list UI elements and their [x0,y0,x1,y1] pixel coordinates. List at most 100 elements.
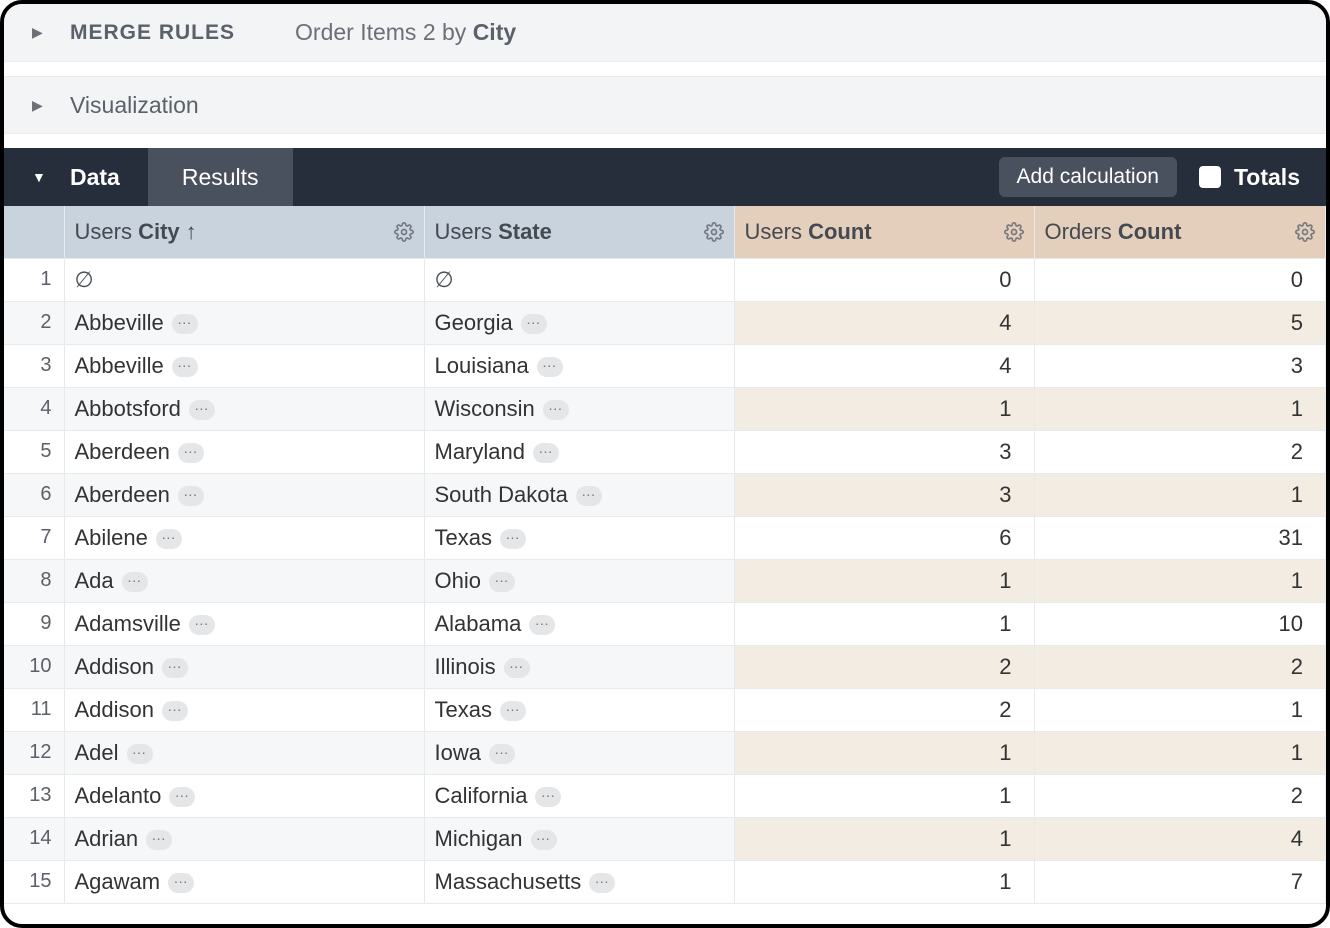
cell-users-count[interactable]: 6 [734,516,1034,559]
cell-city[interactable]: Aberdeen [64,473,424,516]
gear-icon[interactable] [1004,222,1024,242]
cell-orders-count[interactable]: 7 [1034,860,1326,903]
cell-state[interactable]: Alabama [424,602,734,645]
ellipsis-icon[interactable] [529,615,555,635]
cell-users-count[interactable]: 1 [734,774,1034,817]
ellipsis-icon[interactable] [162,701,188,721]
cell-state[interactable]: Iowa [424,731,734,774]
cell-users-count[interactable]: 1 [734,731,1034,774]
ellipsis-icon[interactable] [500,701,526,721]
cell-city[interactable]: Adrian [64,817,424,860]
cell-users-count[interactable]: 2 [734,688,1034,731]
cell-state[interactable]: Massachusetts [424,860,734,903]
ellipsis-icon[interactable] [178,443,204,463]
cell-state[interactable]: ∅ [424,258,734,301]
cell-orders-count[interactable]: 2 [1034,774,1326,817]
cell-users-count[interactable]: 1 [734,602,1034,645]
cell-city[interactable]: Adel [64,731,424,774]
data-section-toggle[interactable]: Data [4,148,148,206]
ellipsis-icon[interactable] [178,486,204,506]
gear-icon[interactable] [394,222,414,242]
cell-state[interactable]: California [424,774,734,817]
cell-state[interactable]: Louisiana [424,344,734,387]
cell-users-count[interactable]: 4 [734,301,1034,344]
visualization-section[interactable]: Visualization [4,76,1326,134]
ellipsis-icon[interactable] [504,658,530,678]
gear-icon[interactable] [1295,222,1315,242]
totals-toggle[interactable]: Totals [1195,163,1300,191]
ellipsis-icon[interactable] [146,830,172,850]
cell-orders-count[interactable]: 31 [1034,516,1326,559]
cell-city[interactable]: Ada [64,559,424,602]
cell-state[interactable]: Texas [424,688,734,731]
ellipsis-icon[interactable] [531,830,557,850]
cell-users-count[interactable]: 3 [734,430,1034,473]
cell-state[interactable]: South Dakota [424,473,734,516]
cell-users-count[interactable]: 1 [734,817,1034,860]
column-header-state[interactable]: Users State [424,206,734,258]
cell-city[interactable]: ∅ [64,258,424,301]
cell-orders-count[interactable]: 2 [1034,645,1326,688]
cell-orders-count[interactable]: 1 [1034,559,1326,602]
ellipsis-icon[interactable] [168,873,194,893]
ellipsis-icon[interactable] [576,486,602,506]
ellipsis-icon[interactable] [156,529,182,549]
cell-city[interactable]: Abbotsford [64,387,424,430]
ellipsis-icon[interactable] [537,357,563,377]
cell-state[interactable]: Ohio [424,559,734,602]
cell-users-count[interactable]: 1 [734,387,1034,430]
ellipsis-icon[interactable] [172,357,198,377]
cell-users-count[interactable]: 2 [734,645,1034,688]
ellipsis-icon[interactable] [535,787,561,807]
cell-state[interactable]: Michigan [424,817,734,860]
totals-checkbox[interactable] [1199,166,1221,188]
ellipsis-icon[interactable] [189,400,215,420]
ellipsis-icon[interactable] [127,744,153,764]
ellipsis-icon[interactable] [521,314,547,334]
cell-city[interactable]: Aberdeen [64,430,424,473]
cell-orders-count[interactable]: 0 [1034,258,1326,301]
cell-orders-count[interactable]: 1 [1034,731,1326,774]
column-header-users-count[interactable]: Users Count [734,206,1034,258]
cell-city[interactable]: Addison [64,688,424,731]
ellipsis-icon[interactable] [489,744,515,764]
cell-orders-count[interactable]: 1 [1034,387,1326,430]
cell-city[interactable]: Abilene [64,516,424,559]
cell-state[interactable]: Georgia [424,301,734,344]
cell-users-count[interactable]: 1 [734,860,1034,903]
cell-orders-count[interactable]: 5 [1034,301,1326,344]
cell-users-count[interactable]: 4 [734,344,1034,387]
cell-city[interactable]: Abbeville [64,301,424,344]
cell-state[interactable]: Illinois [424,645,734,688]
ellipsis-icon[interactable] [122,572,148,592]
cell-city[interactable]: Agawam [64,860,424,903]
ellipsis-icon[interactable] [162,658,188,678]
ellipsis-icon[interactable] [169,787,195,807]
cell-city[interactable]: Adelanto [64,774,424,817]
ellipsis-icon[interactable] [533,443,559,463]
cell-orders-count[interactable]: 3 [1034,344,1326,387]
gear-icon[interactable] [704,222,724,242]
cell-state[interactable]: Texas [424,516,734,559]
cell-orders-count[interactable]: 1 [1034,473,1326,516]
cell-users-count[interactable]: 0 [734,258,1034,301]
column-header-city[interactable]: Users City↑ [64,206,424,258]
cell-orders-count[interactable]: 4 [1034,817,1326,860]
ellipsis-icon[interactable] [589,873,615,893]
cell-city[interactable]: Adamsville [64,602,424,645]
ellipsis-icon[interactable] [489,572,515,592]
cell-state[interactable]: Maryland [424,430,734,473]
merge-rules-section[interactable]: MERGE RULES Order Items 2 by City [4,4,1326,62]
ellipsis-icon[interactable] [189,615,215,635]
cell-orders-count[interactable]: 10 [1034,602,1326,645]
add-calculation-button[interactable]: Add calculation [999,157,1177,197]
cell-state[interactable]: Wisconsin [424,387,734,430]
cell-orders-count[interactable]: 1 [1034,688,1326,731]
results-tab[interactable]: Results [148,148,293,206]
cell-orders-count[interactable]: 2 [1034,430,1326,473]
cell-city[interactable]: Addison [64,645,424,688]
cell-users-count[interactable]: 3 [734,473,1034,516]
cell-users-count[interactable]: 1 [734,559,1034,602]
column-header-orders-count[interactable]: Orders Count [1034,206,1326,258]
ellipsis-icon[interactable] [543,400,569,420]
